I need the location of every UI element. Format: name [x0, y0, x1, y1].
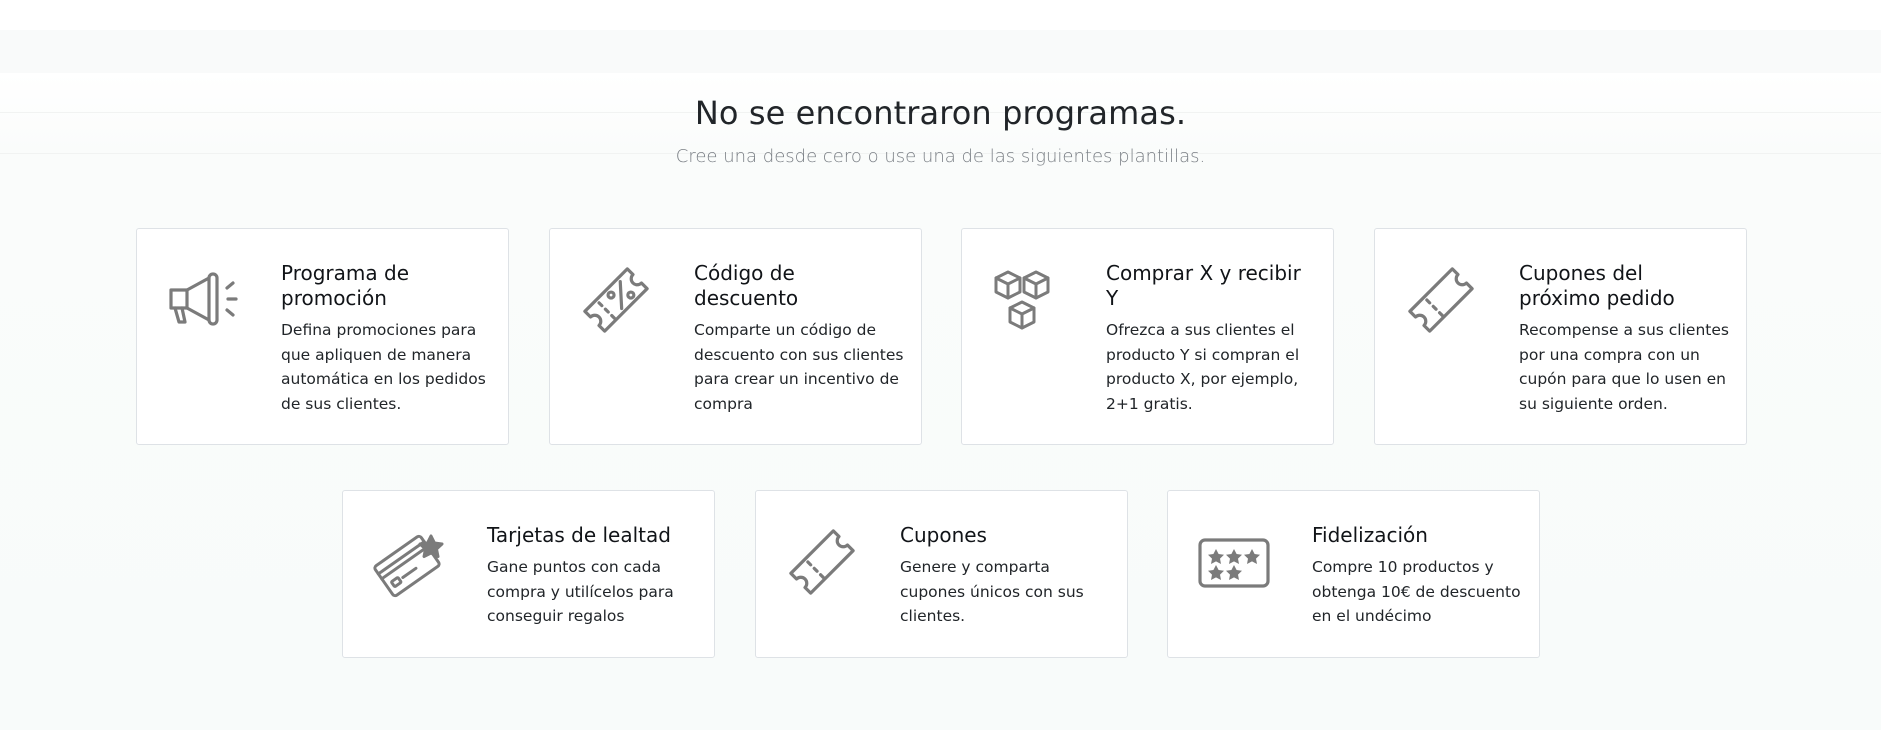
template-card-description: Comparte un código de descuento con sus …	[694, 321, 904, 413]
template-card-title: Tarjetas de lealtad	[487, 523, 671, 547]
template-card-next-order-coupons[interactable]: Cupones del próximo pedido Recompense a …	[1374, 228, 1747, 445]
discount-ticket-icon	[576, 260, 656, 340]
template-card-fidelity[interactable]: Fidelización Compre 10 productos y obten…	[1167, 490, 1540, 658]
template-card-title: Programa de promoción	[281, 261, 409, 310]
boxes-icon	[988, 260, 1068, 340]
coupon-ticket-icon	[782, 522, 862, 602]
template-card-description: Gane puntos con cada compra y utilícelos…	[487, 558, 674, 625]
loyalty-card-icon	[369, 522, 449, 602]
template-card-discount-code[interactable]: Código de descuento Comparte un código d…	[549, 228, 922, 445]
template-card-description: Ofrezca a sus clientes el producto Y si …	[1106, 321, 1300, 413]
stamp-card-icon	[1194, 522, 1274, 602]
template-card-description: Defina promociones para que apliquen de …	[281, 321, 486, 413]
top-strip	[0, 30, 1881, 73]
template-card-title: Comprar X y recibir Y	[1106, 261, 1301, 310]
template-card-coupons[interactable]: Cupones Genere y comparta cupones únicos…	[755, 490, 1128, 658]
template-card-buy-x-get-y[interactable]: Comprar X y recibir Y Ofrezca a sus clie…	[961, 228, 1334, 445]
template-card-description: Genere y comparta cupones únicos con sus…	[900, 558, 1084, 625]
template-card-description: Recompense a sus clientes por una compra…	[1519, 321, 1729, 413]
template-card-description: Compre 10 productos y obtenga 10€ de des…	[1312, 558, 1521, 625]
template-card-title: Código de descuento	[694, 261, 799, 310]
empty-state-subtitle: Cree una desde cero o use una de las sig…	[675, 146, 1206, 167]
template-card-title: Cupones	[900, 523, 987, 547]
template-card-loyalty-cards[interactable]: Tarjetas de lealtad Gane puntos con cada…	[342, 490, 715, 658]
template-card-title: Fidelización	[1312, 523, 1428, 547]
template-card-promotion[interactable]: Programa de promoción Defina promociones…	[136, 228, 509, 445]
megaphone-icon	[163, 260, 243, 340]
coupon-ticket-icon	[1401, 260, 1481, 340]
empty-state-title: No se encontraron programas.	[694, 94, 1187, 132]
template-card-title: Cupones del próximo pedido	[1519, 261, 1675, 310]
